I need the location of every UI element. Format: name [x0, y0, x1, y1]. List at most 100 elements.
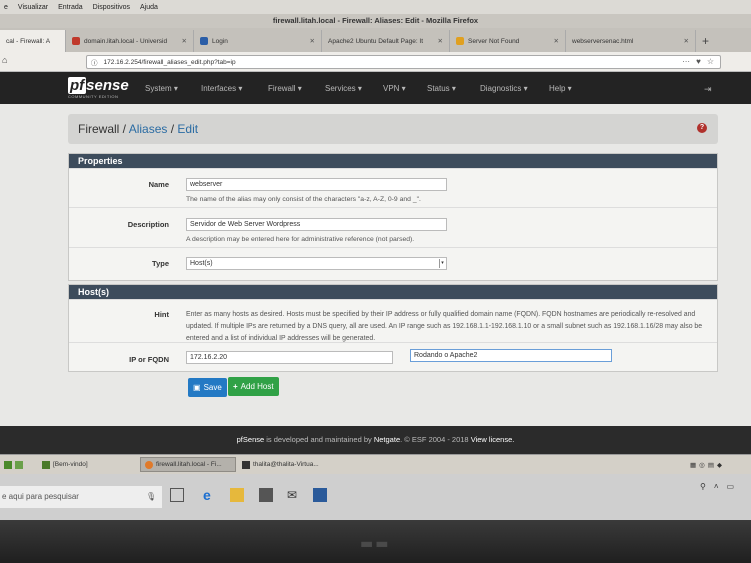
pfsense-edition: COMMUNITY EDITION: [68, 94, 119, 99]
windows-search-box[interactable]: e aqui para pesquisar 🎙: [0, 486, 162, 508]
nav-interfaces[interactable]: Interfaces ▾: [201, 84, 242, 93]
hosts-heading: Host(s): [69, 285, 717, 299]
ip-row: IP or FQDN 172.16.2.20 Rodando o Apache2: [69, 342, 717, 371]
hint-row: Hint Enter as many hosts as desired. Hos…: [69, 299, 717, 342]
description-label: Description: [127, 220, 169, 229]
tray-icon[interactable]: ◎: [699, 461, 705, 469]
tab-webserversenac[interactable]: webserversenac.html ✕: [566, 30, 696, 52]
menu-item-dispositivos[interactable]: Dispositivos: [93, 4, 130, 11]
tab-label: domain.litah.local - Universid: [84, 37, 168, 45]
edge-icon[interactable]: e: [203, 488, 217, 502]
windows-taskbar: e aqui para pesquisar 🎙 e ✉ ⚲ ˄ ▭: [0, 474, 751, 520]
tab-label: Server Not Found: [468, 37, 520, 45]
app-menu-icon[interactable]: [4, 460, 12, 469]
name-row: Name webserver The name of the alias may…: [69, 168, 717, 207]
name-input[interactable]: webserver: [186, 178, 447, 191]
breadcrumb-aliases[interactable]: Aliases: [129, 122, 168, 136]
close-icon[interactable]: ✕: [430, 37, 443, 45]
menu-item-ajuda[interactable]: Ajuda: [140, 4, 158, 11]
firefox-icon: [145, 460, 153, 469]
properties-panel: Properties Name webserver The name of th…: [68, 153, 718, 281]
tray-icon[interactable]: ▦: [690, 461, 696, 469]
tab-bar: cal - Firewall: A domain.litah.local - U…: [0, 28, 751, 52]
battery-icon[interactable]: ▭: [727, 482, 735, 491]
close-icon[interactable]: ✕: [174, 37, 187, 45]
microphone-icon[interactable]: 🎙: [146, 486, 156, 508]
type-label: Type: [152, 259, 169, 268]
taskbar-item-firefox[interactable]: firewall.litah.local - Fi...: [140, 457, 236, 472]
hosts-panel: Host(s) Hint Enter as many hosts as desi…: [68, 284, 718, 372]
close-icon[interactable]: ✕: [676, 37, 689, 45]
type-select[interactable]: Host(s) ▾: [186, 257, 447, 270]
menu-item[interactable]: e: [4, 4, 8, 11]
warning-icon: [456, 37, 464, 45]
mail-icon[interactable]: ✉: [287, 488, 301, 502]
taskbar-item-bem-vindo[interactable]: [Bem-vindo]: [38, 457, 138, 472]
tray-icon[interactable]: ◆: [717, 461, 722, 469]
new-tab-icon[interactable]: +: [696, 30, 715, 52]
nav-status[interactable]: Status ▾: [427, 84, 456, 93]
type-row: Type Host(s) ▾: [69, 247, 717, 280]
breadcrumb-firewall: Firewall: [78, 122, 120, 136]
chevron-up-icon[interactable]: ˄: [714, 482, 719, 491]
tab-firewall[interactable]: cal - Firewall: A: [0, 30, 66, 52]
url-bar[interactable]: ⓘ 172.16.2.254/firewall_aliases_edit.php…: [86, 55, 721, 69]
menu-item-entrada[interactable]: Entrada: [58, 4, 83, 11]
nav-system[interactable]: System ▾: [145, 84, 178, 93]
linux-taskbar: [Bem-vindo] firewall.litah.local - Fi...…: [0, 454, 751, 474]
bookmark-star-icon[interactable]: ☆: [707, 57, 714, 66]
properties-heading: Properties: [69, 154, 717, 168]
page-footer: pfSense is developed and maintained by N…: [0, 426, 751, 454]
name-help: The name of the alias may only consist o…: [186, 196, 421, 203]
task-view-icon[interactable]: [170, 488, 184, 502]
nav-services[interactable]: Services ▾: [325, 84, 362, 93]
people-icon[interactable]: ⚲: [700, 482, 706, 491]
ip-description-input[interactable]: Rodando o Apache2: [410, 349, 612, 362]
help-icon[interactable]: ?: [697, 123, 707, 133]
tab-domain[interactable]: domain.litah.local - Universid ✕: [66, 30, 194, 52]
type-selected-value: Host(s): [190, 260, 213, 267]
tab-login[interactable]: Login ✕: [194, 30, 322, 52]
navigation-bar: ⌂ ⓘ 172.16.2.254/firewall_aliases_edit.p…: [0, 52, 751, 72]
store-icon[interactable]: [259, 488, 273, 502]
close-icon[interactable]: ✕: [302, 37, 315, 45]
window-icon: [42, 460, 50, 469]
file-explorer-icon[interactable]: [230, 488, 244, 502]
tab-apache[interactable]: Apache2 Ubuntu Default Page: It ✕: [322, 30, 450, 52]
hint-label: Hint: [154, 310, 169, 319]
folder-icon[interactable]: [15, 460, 23, 469]
save-icon: ▣: [193, 383, 201, 392]
pfsense-icon: [200, 37, 208, 45]
add-host-button[interactable]: + Add Host: [228, 377, 279, 396]
pfsense-logo[interactable]: pf sense: [68, 77, 129, 94]
tray-icon[interactable]: ▤: [708, 461, 714, 469]
nav-firewall[interactable]: Firewall ▾: [268, 84, 302, 93]
info-icon[interactable]: ⓘ: [91, 57, 98, 67]
nav-help[interactable]: Help ▾: [549, 84, 572, 93]
nav-vpn[interactable]: VPN ▾: [383, 84, 406, 93]
windows-tray: ⚲ ˄ ▭: [700, 482, 734, 491]
tab-server-not-found[interactable]: Server Not Found ✕: [450, 30, 566, 52]
more-icon[interactable]: ···: [682, 57, 690, 66]
view-license-link[interactable]: View license.: [471, 435, 515, 444]
ip-input[interactable]: 172.16.2.20: [186, 351, 393, 364]
logout-icon[interactable]: ⇥: [704, 84, 712, 95]
menu-item-visualizar[interactable]: Visualizar: [18, 4, 48, 11]
monitor-brand-logo: ▬▬: [360, 536, 391, 552]
breadcrumb-edit[interactable]: Edit: [177, 122, 198, 136]
nav-diagnostics[interactable]: Diagnostics ▾: [480, 84, 528, 93]
breadcrumb: Firewall / Aliases / Edit ?: [68, 114, 718, 144]
pocket-icon[interactable]: ♥: [696, 57, 701, 66]
taskbar-item-terminal[interactable]: thalita@thalita-Virtua...: [238, 457, 334, 472]
netgate-link[interactable]: Netgate: [374, 435, 400, 444]
virtualbox-icon[interactable]: [313, 488, 327, 502]
close-icon[interactable]: ✕: [546, 37, 559, 45]
pfsense-navbar: pf sense COMMUNITY EDITION System ▾ Inter…: [0, 72, 751, 104]
screen: e Visualizar Entrada Dispositivos Ajuda …: [0, 0, 751, 520]
description-input[interactable]: Servidor de Web Server Wordpress: [186, 218, 447, 231]
home-icon[interactable]: ⌂: [2, 55, 7, 65]
tab-label: Apache2 Ubuntu Default Page: It: [328, 37, 424, 45]
monitor-bezel: ▬▬: [0, 520, 751, 563]
hint-text: Enter as many hosts as desired. Hosts mu…: [186, 311, 703, 343]
save-button[interactable]: ▣ Save: [188, 378, 227, 397]
